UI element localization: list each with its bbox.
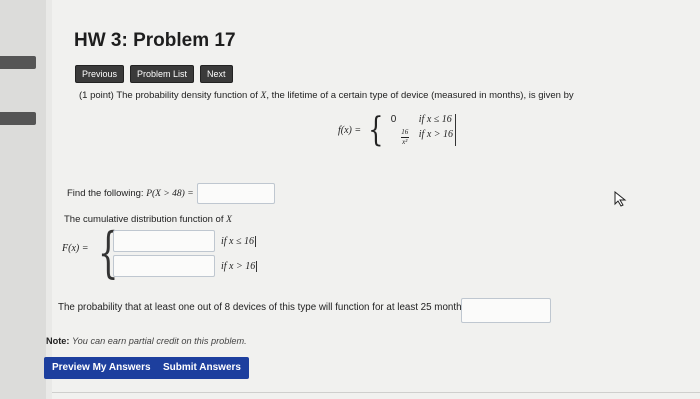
pdf-lhs: f(x) = — [338, 124, 362, 136]
find-expression: P(X > 48) = — [146, 188, 194, 199]
cdf-lhs: F(x) = — [62, 243, 89, 254]
problem-nav: Previous Problem List Next — [75, 65, 233, 83]
mouse-cursor-icon — [614, 191, 627, 207]
pdf-case1-condition: if x ≤ 16 — [418, 114, 452, 125]
page-title: HW 3: Problem 17 — [74, 30, 236, 51]
find-row: Find the following: P(X > 48) = — [67, 183, 275, 204]
cdf-row2-condition: if x > 16 — [221, 260, 258, 272]
preview-answers-button[interactable]: Preview My Answers — [44, 357, 159, 379]
note: Note: You can earn partial credit on thi… — [46, 336, 247, 346]
left-brace: { — [368, 110, 384, 150]
pdf-formula: f(x) = { 0 if x ≤ 16 16 x² if x > 16 — [338, 110, 457, 150]
cdf-label: The cumulative distribution function of … — [64, 214, 232, 225]
cdf-row-1: if x ≤ 16 — [113, 230, 256, 252]
p-x-gt-48-input[interactable] — [196, 183, 275, 204]
fraction-denominator: x² — [402, 138, 408, 146]
probability-answer-input[interactable] — [461, 298, 551, 323]
submit-answers-button[interactable]: Submit Answers — [155, 357, 249, 379]
problem-statement: (1 point) The probability density functi… — [79, 90, 574, 101]
note-text: You can earn partial credit on this prob… — [72, 336, 247, 346]
cdf-row2-input[interactable] — [113, 255, 215, 277]
cdf-label-text: The cumulative distribution function of — [64, 214, 224, 225]
points-label: (1 point) — [79, 90, 114, 101]
fraction-numerator: 16 — [401, 128, 409, 136]
probability-question: The probability that at least one out of… — [58, 302, 470, 313]
pdf-cases: 0 if x ≤ 16 16 x² if x > 16 — [390, 114, 457, 146]
cdf-row-2: if x > 16 — [113, 255, 258, 277]
cdf-variable: X — [226, 215, 232, 225]
pdf-case2-condition: if x > 16 — [418, 129, 454, 140]
sidebar-tab[interactable] — [0, 112, 36, 125]
bottom-divider — [52, 392, 700, 393]
previous-button[interactable]: Previous — [75, 65, 125, 83]
find-label: Find the following: — [67, 188, 144, 199]
problem-list-button[interactable]: Problem List — [130, 65, 195, 83]
next-button[interactable]: Next — [200, 65, 233, 83]
statement-text-before: The probability density function of — [116, 90, 258, 101]
cdf-row1-condition: if x ≤ 16 — [221, 235, 256, 247]
note-label: Note: — [46, 336, 70, 346]
sidebar-tab[interactable] — [0, 56, 36, 69]
statement-text-after: , the lifetime of a certain type of devi… — [266, 90, 574, 101]
cdf-row1-input[interactable] — [113, 230, 215, 252]
pdf-case1-value: 0 — [390, 114, 397, 125]
pdf-case2-fraction: 16 x² — [391, 129, 419, 146]
